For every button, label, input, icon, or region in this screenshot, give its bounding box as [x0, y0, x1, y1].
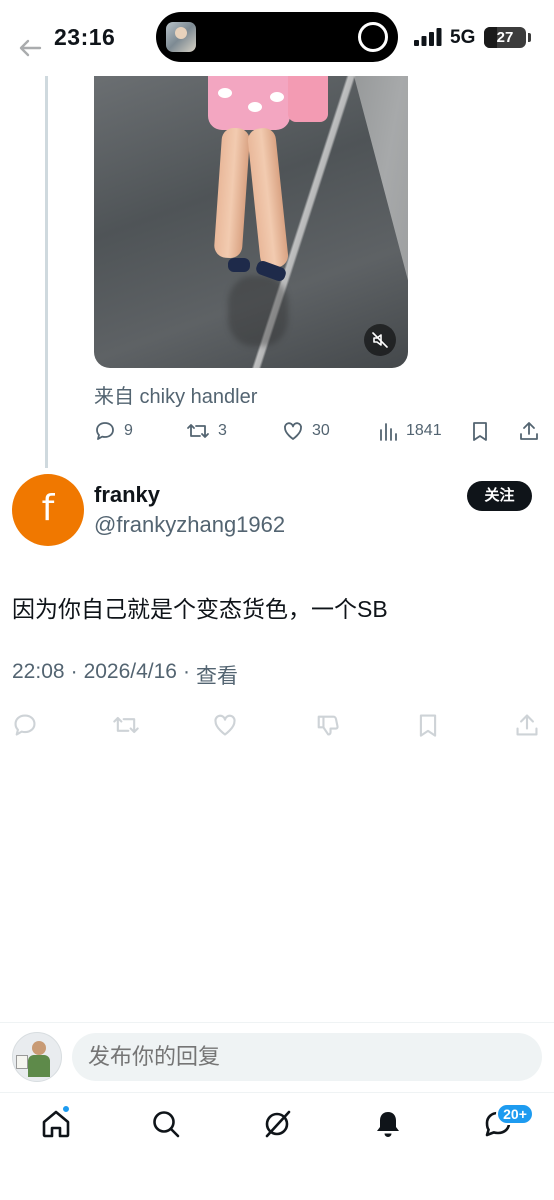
- video-shadow: [228, 276, 288, 346]
- bookmark-icon: [419, 714, 437, 737]
- retweet-icon: [113, 716, 139, 734]
- tab-search[interactable]: [150, 1108, 182, 1140]
- bookmark-icon: [473, 422, 487, 441]
- battery-level: 27: [496, 29, 514, 46]
- retweet-button[interactable]: [112, 712, 140, 743]
- thread-connector-line: [45, 76, 48, 468]
- mute-toggle-button[interactable]: [364, 324, 396, 356]
- retweet-count: 3: [218, 422, 227, 439]
- video-figure-leg: [246, 126, 290, 270]
- retweet-icon: [187, 424, 209, 438]
- status-time: 23:16: [54, 24, 116, 50]
- tab-grok[interactable]: [261, 1108, 293, 1140]
- author-display-name[interactable]: franky: [94, 482, 160, 508]
- heart-icon: [214, 714, 236, 736]
- quoted-tweet-actions: 9 3 30 1841: [94, 418, 544, 444]
- battery-fill: [484, 27, 497, 48]
- video-figure-leg: [213, 127, 251, 259]
- follow-button[interactable]: 关注: [467, 481, 532, 511]
- home-notification-dot: [62, 1105, 70, 1113]
- thumbs-down-icon: [317, 715, 339, 736]
- author-avatar[interactable]: f: [12, 474, 84, 546]
- view-count: 1841: [406, 422, 442, 439]
- video-figure-shorts: [208, 76, 290, 130]
- heart-icon: [284, 422, 302, 440]
- bookmark-button[interactable]: [416, 712, 440, 743]
- view-link[interactable]: 查看: [196, 660, 238, 690]
- reply-button[interactable]: 9: [94, 418, 133, 444]
- video-figure-bag: [288, 76, 328, 122]
- notifications-icon: [377, 1112, 399, 1137]
- reply-input[interactable]: [72, 1033, 542, 1081]
- grok-icon: [265, 1110, 291, 1138]
- author-handle[interactable]: @frankyzhang1962: [94, 512, 285, 538]
- composer-divider: [0, 1022, 554, 1023]
- battery-icon: 27: [484, 27, 526, 48]
- meta-separator: ·: [70, 660, 78, 683]
- tweet-meta: 22:08 · 2026/4/16 · 查看: [12, 660, 238, 690]
- tweet-detail-screen: 23:16 5G 27 来自 chiky handler 9 3 30 1841…: [0, 0, 554, 1200]
- share-button[interactable]: [514, 712, 540, 743]
- retweet-button[interactable]: 3: [186, 418, 227, 444]
- reply-icon: [14, 714, 36, 736]
- views-button[interactable]: 1841: [378, 418, 442, 444]
- tweet-text: 因为你自己就是个变态货色，一个SB: [12, 596, 388, 622]
- tab-notifications[interactable]: [372, 1108, 404, 1140]
- battery-cap: [528, 33, 531, 42]
- network-type: 5G: [450, 27, 476, 48]
- tweet-video[interactable]: [94, 76, 408, 368]
- current-user-avatar[interactable]: [12, 1032, 62, 1082]
- like-count: 30: [312, 422, 330, 439]
- search-icon: [153, 1111, 180, 1138]
- share-icon: [516, 714, 538, 736]
- like-button[interactable]: [212, 712, 238, 743]
- messages-badge: 20+: [496, 1103, 534, 1125]
- speaker-muted-icon: [372, 332, 388, 348]
- reply-button[interactable]: [12, 712, 38, 743]
- tweet-time: 22:08: [12, 660, 65, 683]
- analytics-icon: [380, 423, 397, 441]
- meta-separator: ·: [183, 660, 190, 683]
- tab-bar-divider: [0, 1092, 554, 1093]
- bookmark-button[interactable]: [470, 418, 498, 444]
- dislike-button[interactable]: [314, 712, 340, 743]
- avatar-head: [32, 1041, 46, 1055]
- status-bar: 23:16 5G 27: [0, 0, 554, 76]
- video-source-attribution[interactable]: 来自 chiky handler: [94, 380, 257, 409]
- video-figure-shoe: [228, 258, 250, 272]
- share-button[interactable]: [518, 418, 548, 444]
- cellular-signal-icon: [414, 28, 442, 46]
- like-button[interactable]: 30: [282, 418, 330, 444]
- tweet-date: 2026/4/16: [83, 660, 177, 683]
- back-arrow-icon[interactable]: [18, 38, 42, 58]
- now-playing-thumbnail: [166, 22, 196, 52]
- dynamic-island: [156, 12, 398, 62]
- reply-icon: [96, 422, 114, 440]
- tweet-actions: [12, 712, 542, 738]
- avatar-sign: [16, 1055, 28, 1069]
- reply-count: 9: [124, 422, 133, 439]
- avatar-body: [28, 1055, 50, 1077]
- share-icon: [520, 422, 538, 440]
- activity-ring-icon: [358, 22, 388, 52]
